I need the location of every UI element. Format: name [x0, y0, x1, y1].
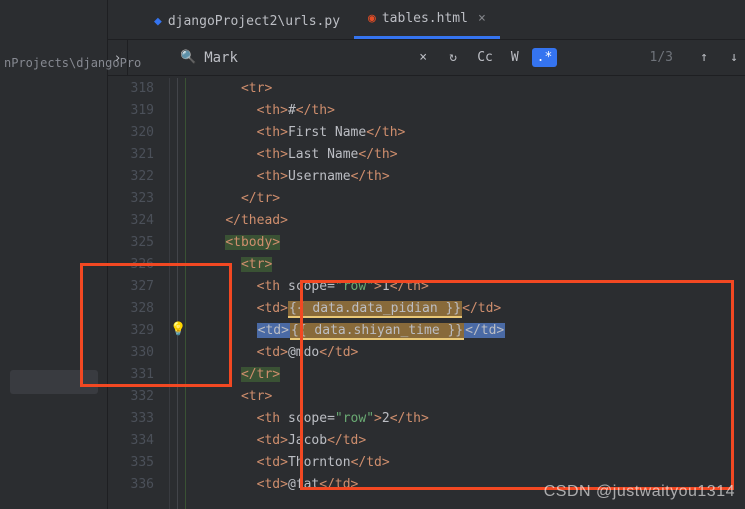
code-editor[interactable]: 3183193203213223233243253263273283293303… [118, 78, 745, 509]
history-icon[interactable]: ↻ [442, 47, 464, 69]
html5-icon: ◉ [368, 11, 376, 26]
sidebar: nProjects\djangoPro [0, 0, 108, 509]
search-icon: 🔍 [180, 50, 196, 65]
tab-bar: ◆ djangoProject2\urls.py ◉ tables.html × [0, 0, 745, 40]
tab-label: tables.html [382, 11, 468, 26]
words-toggle[interactable]: W [506, 48, 524, 67]
match-count: 1/3 [650, 50, 673, 65]
watermark: CSDN @justwaityou1314 [544, 483, 735, 501]
line-numbers: 3183193203213223233243253263273283293303… [118, 78, 166, 509]
next-match-icon[interactable]: ↓ [723, 47, 745, 69]
tab-tables-html[interactable]: ◉ tables.html × [354, 1, 500, 39]
sidebar-placeholder [10, 370, 98, 394]
code-area[interactable]: <tr> <th>#</th> <th>First Name</th> <th>… [194, 78, 745, 509]
regex-toggle[interactable]: .* [532, 48, 558, 67]
editor-nav-back[interactable]: › [108, 40, 128, 76]
tab-urls-py[interactable]: ◆ djangoProject2\urls.py [140, 4, 354, 39]
gutter: 💡 [166, 78, 194, 509]
prev-match-icon[interactable]: ↑ [693, 47, 715, 69]
chevron-right-icon: › [114, 51, 122, 66]
intention-bulb-icon[interactable]: 💡 [170, 322, 186, 337]
search-input[interactable] [204, 50, 404, 66]
match-case-toggle[interactable]: Cc [472, 48, 498, 67]
clear-icon[interactable]: × [412, 47, 434, 69]
python-icon: ◆ [154, 14, 162, 29]
tab-label: djangoProject2\urls.py [168, 14, 340, 29]
close-icon[interactable]: × [478, 11, 486, 26]
